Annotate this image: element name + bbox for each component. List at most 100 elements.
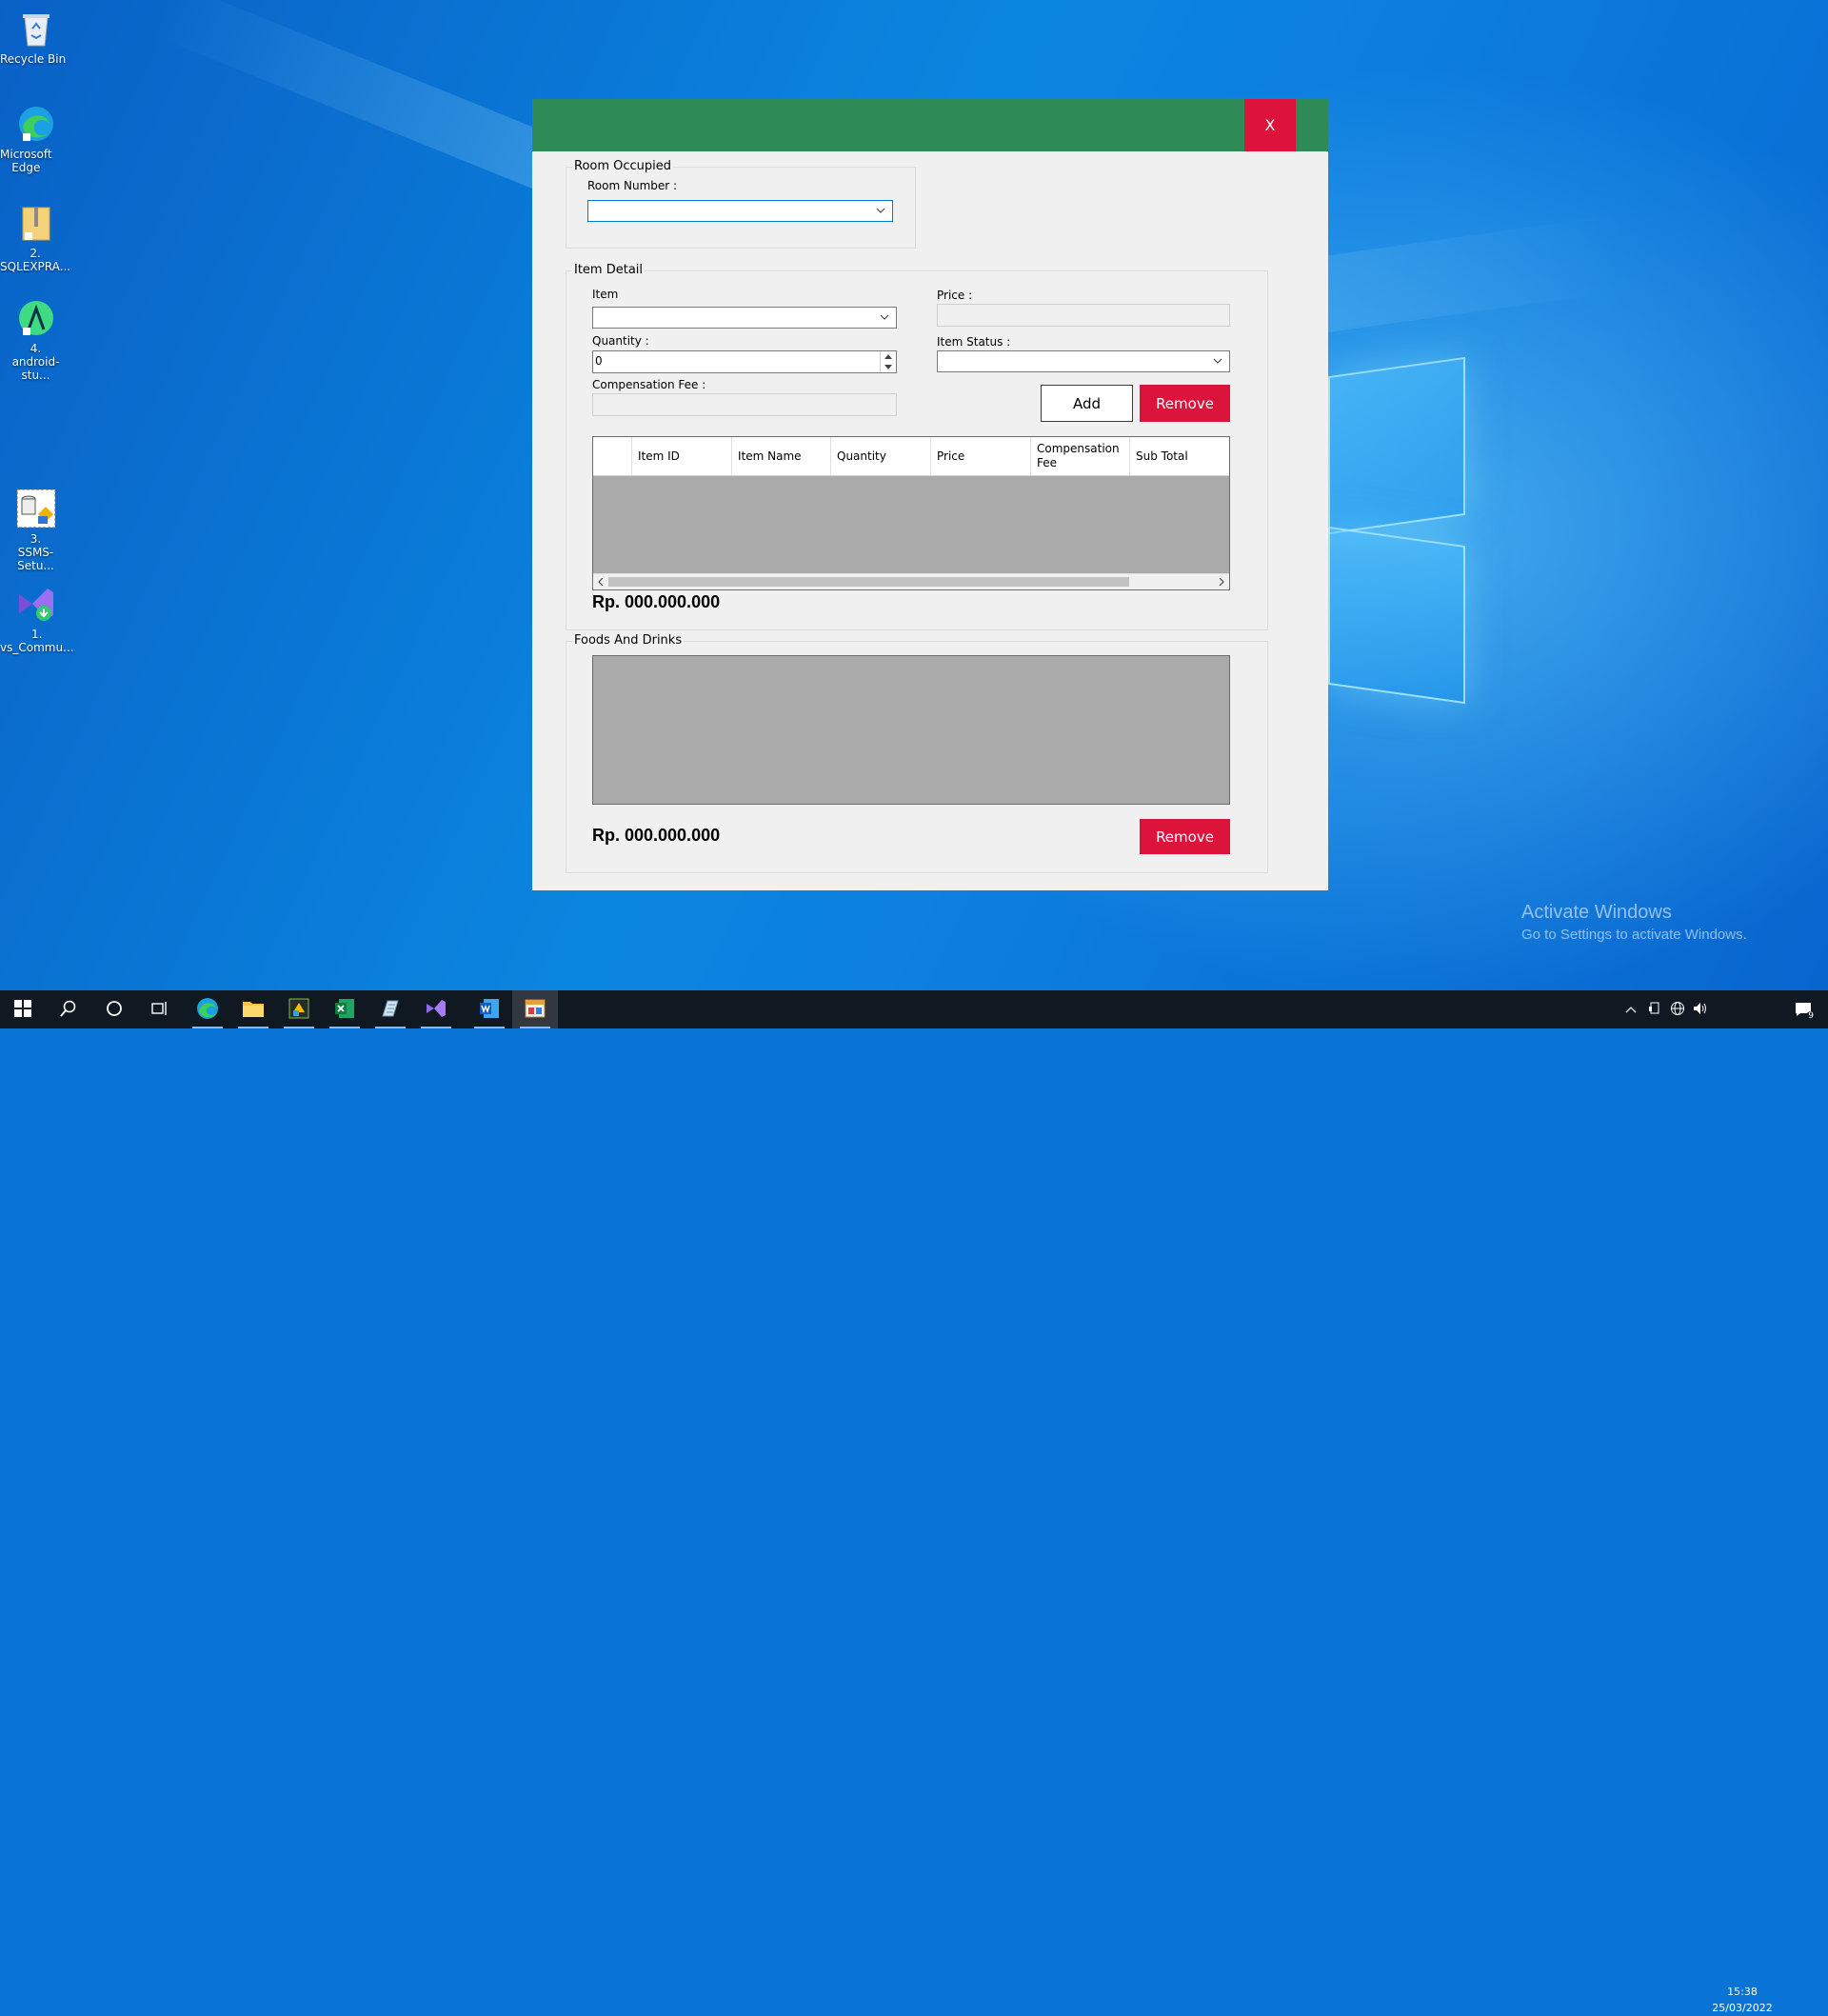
horizontal-scrollbar[interactable] — [593, 573, 1229, 589]
tray-device-button[interactable] — [1643, 990, 1666, 1028]
desktop-icon-label: 4. android-stu... — [11, 342, 60, 382]
grid-header: Item ID Item Name Quantity Price Compens… — [593, 437, 1229, 476]
start-button[interactable] — [0, 990, 46, 1028]
globe-icon — [1670, 1001, 1685, 1019]
recycle-bin-icon — [15, 8, 57, 50]
spin-buttons — [880, 351, 896, 372]
price-field[interactable] — [937, 304, 1230, 327]
network-button[interactable] — [1666, 990, 1689, 1028]
desktop-icon-label: 2. SQLEXPRA... — [0, 247, 71, 273]
word-icon — [478, 997, 501, 1023]
windows-logo-graphic — [1328, 356, 1466, 705]
cortana-icon — [106, 1000, 123, 1020]
desktop-icon-ssms-setup[interactable]: 3. SSMS-Setu... — [0, 488, 71, 572]
add-button[interactable]: Add — [1041, 385, 1133, 422]
chevron-up-icon — [1625, 1003, 1637, 1016]
remove-item-button[interactable]: Remove — [1140, 385, 1230, 422]
close-button[interactable]: X — [1244, 99, 1296, 151]
item-label: Item — [592, 288, 619, 301]
desktop-icon-label: Microsoft Edge — [0, 148, 52, 174]
notification-count-badge: 9 — [1806, 1011, 1816, 1021]
column-quantity[interactable]: Quantity — [831, 437, 931, 475]
notification-icon: 9 — [1795, 1002, 1816, 1021]
item-total-amount: Rp. 000.000.000 — [592, 592, 721, 611]
remove-food-button[interactable]: Remove — [1140, 819, 1230, 854]
desktop-icon-label: 3. SSMS-Setu... — [17, 532, 54, 572]
edge-icon — [15, 103, 57, 145]
clock-time: 15:38 — [1727, 1986, 1758, 1998]
taskbar-app-visual-studio[interactable] — [413, 990, 459, 1028]
scroll-right-icon[interactable] — [1214, 574, 1229, 589]
item-combobox[interactable] — [592, 307, 897, 329]
windows-start-icon — [14, 999, 31, 1020]
chevron-down-icon — [879, 310, 890, 324]
taskbar-app-sql-tool[interactable] — [276, 990, 322, 1028]
spin-down-icon[interactable] — [881, 362, 896, 372]
row-header-column — [593, 437, 632, 475]
chevron-down-icon — [875, 204, 886, 217]
action-center-button[interactable]: 9 — [1784, 990, 1822, 1028]
room-items-dialog: X Room Occupied Room Number : Item Detai… — [532, 99, 1328, 890]
desktop-icon-edge[interactable]: Microsoft Edge — [0, 103, 71, 174]
column-compensation-fee[interactable]: Compensation Fee — [1031, 437, 1130, 475]
column-item-name[interactable]: Item Name — [732, 437, 831, 475]
taskbar-app-file-explorer[interactable] — [230, 990, 276, 1028]
watermark-subtitle: Go to Settings to activate Windows. — [1521, 927, 1747, 943]
dialog-title-bar[interactable] — [532, 99, 1328, 151]
desktop-icon-vs-community[interactable]: 1. vs_Commu... — [0, 583, 74, 654]
taskbar-app-winforms[interactable] — [512, 990, 558, 1028]
item-detail-grid[interactable]: Item ID Item Name Quantity Price Compens… — [592, 436, 1230, 590]
scrollbar-thumb[interactable] — [608, 577, 1129, 587]
room-occupied-title: Room Occupied — [572, 159, 674, 173]
chevron-down-icon — [1212, 354, 1223, 368]
desktop-icon-android-studio[interactable]: 4. android-stu... — [0, 297, 71, 382]
taskbar-clock[interactable]: 15:38 25/03/2022 — [1704, 1984, 1780, 2016]
taskbar: 15:38 25/03/2022 9 — [0, 990, 1828, 2014]
watermark-title: Activate Windows — [1521, 902, 1672, 923]
desktop-icon-recycle-bin[interactable]: Recycle Bin — [0, 8, 71, 66]
ssms-setup-icon — [15, 488, 57, 529]
desktop-icon-sqlexpress[interactable]: 2. SQLEXPRA... — [0, 202, 71, 273]
search-icon — [60, 1000, 77, 1020]
foods-drinks-grid[interactable] — [592, 655, 1230, 805]
item-status-combobox[interactable] — [937, 350, 1230, 372]
android-studio-icon — [15, 297, 57, 339]
app-window-icon — [524, 997, 546, 1023]
compensation-fee-label: Compensation Fee : — [592, 378, 706, 391]
compensation-fee-field[interactable] — [592, 393, 897, 416]
speaker-icon — [1693, 1002, 1708, 1018]
room-number-combobox[interactable] — [587, 200, 893, 222]
desktop-icon-label: Recycle Bin — [0, 52, 67, 66]
item-status-label: Item Status : — [937, 335, 1011, 349]
quantity-value: 0 — [595, 354, 603, 368]
column-sub-total[interactable]: Sub Total — [1130, 437, 1229, 475]
edge-icon — [196, 997, 219, 1023]
sql-tool-icon — [288, 997, 310, 1023]
task-view-button[interactable] — [137, 990, 183, 1028]
price-label: Price : — [937, 289, 973, 302]
item-detail-title: Item Detail — [572, 263, 646, 277]
show-hidden-icons-button[interactable] — [1619, 990, 1643, 1028]
scroll-left-icon[interactable] — [593, 574, 608, 589]
clock-date: 25/03/2022 — [1712, 2002, 1773, 2014]
taskbar-app-notepad[interactable] — [368, 990, 413, 1028]
notepad-icon — [379, 997, 402, 1023]
device-icon — [1648, 1002, 1661, 1018]
cortana-button[interactable] — [91, 990, 137, 1028]
foods-total-amount: Rp. 000.000.000 — [592, 826, 721, 845]
search-button[interactable] — [46, 990, 91, 1028]
column-item-id[interactable]: Item ID — [632, 437, 732, 475]
taskbar-app-excel[interactable] — [322, 990, 368, 1028]
task-view-icon — [151, 1000, 169, 1020]
desktop-icon-label: 1. vs_Commu... — [0, 628, 74, 654]
visual-studio-icon — [425, 997, 447, 1023]
room-number-label: Room Number : — [587, 179, 678, 192]
taskbar-app-word[interactable] — [467, 990, 512, 1028]
activate-windows-watermark: Activate Windows Go to Settings to activ… — [1521, 902, 1747, 943]
quantity-stepper[interactable]: 0 — [592, 350, 897, 373]
taskbar-app-edge[interactable] — [185, 990, 230, 1028]
column-price[interactable]: Price — [931, 437, 1031, 475]
visual-studio-installer-icon — [15, 583, 57, 625]
volume-button[interactable] — [1689, 990, 1712, 1028]
spin-up-icon[interactable] — [881, 351, 896, 362]
